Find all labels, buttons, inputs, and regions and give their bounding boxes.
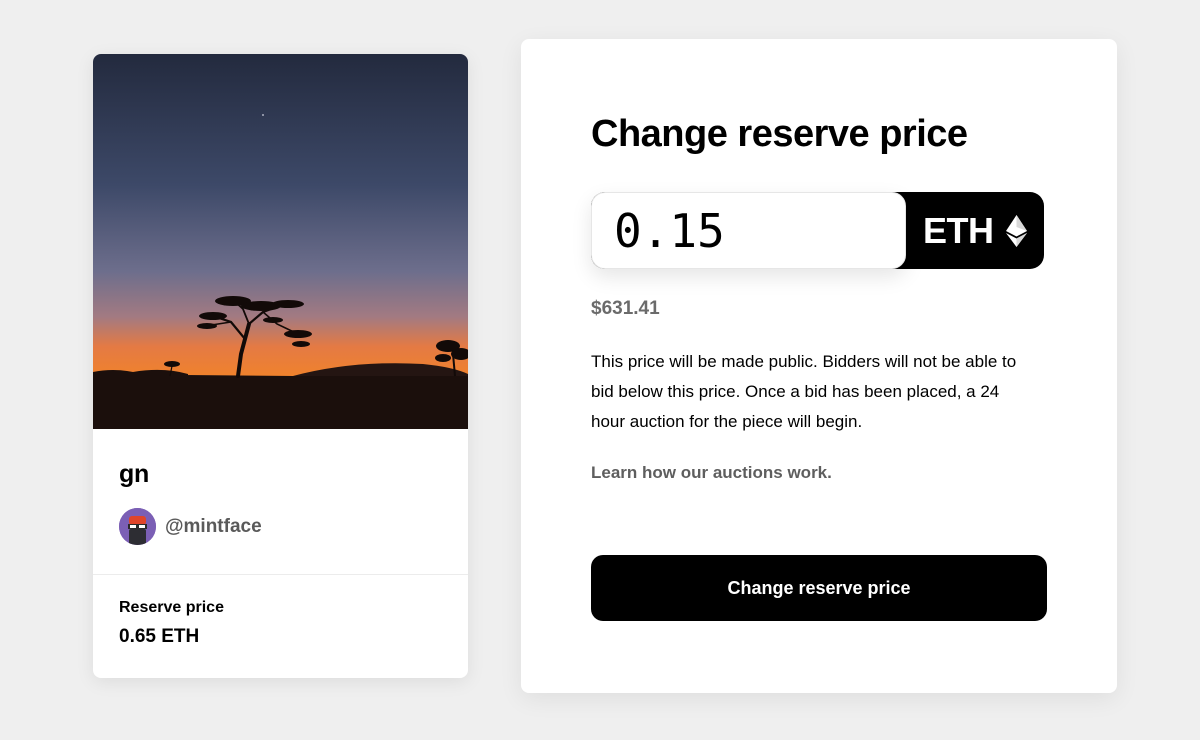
usd-equivalent: $631.41 [591, 298, 660, 319]
page-title: Change reserve price [591, 113, 968, 155]
nft-artwork-image [93, 54, 468, 429]
reserve-price-label: Reserve price [119, 599, 224, 616]
price-input-group: ETH [591, 192, 1044, 269]
nft-title: gn [119, 460, 149, 488]
reserve-price-input[interactable] [591, 192, 906, 269]
creator-handle: @mintface [165, 515, 262, 537]
change-reserve-price-button[interactable]: Change reserve price [591, 555, 1047, 621]
nft-card[interactable]: gn @mintface Reserve price 0.65 ETH [93, 54, 468, 678]
currency-text: ETH [923, 209, 994, 251]
price-description: This price will be made public. Bidders … [591, 352, 1017, 431]
avatar-character-icon [119, 508, 156, 545]
creator-avatar [119, 508, 156, 545]
learn-auctions-link[interactable]: Learn how our auctions work. [591, 463, 832, 483]
reserve-price-value: 0.65 ETH [119, 626, 200, 647]
creator-link[interactable]: @mintface [119, 508, 442, 545]
current-reserve: Reserve price 0.65 ETH [93, 575, 468, 672]
ethereum-icon [1005, 214, 1027, 247]
currency-label: ETH [923, 192, 1027, 269]
change-reserve-panel: Change reserve price ETH $631.41 This pr… [521, 39, 1117, 693]
nft-info: gn @mintface [93, 429, 468, 575]
